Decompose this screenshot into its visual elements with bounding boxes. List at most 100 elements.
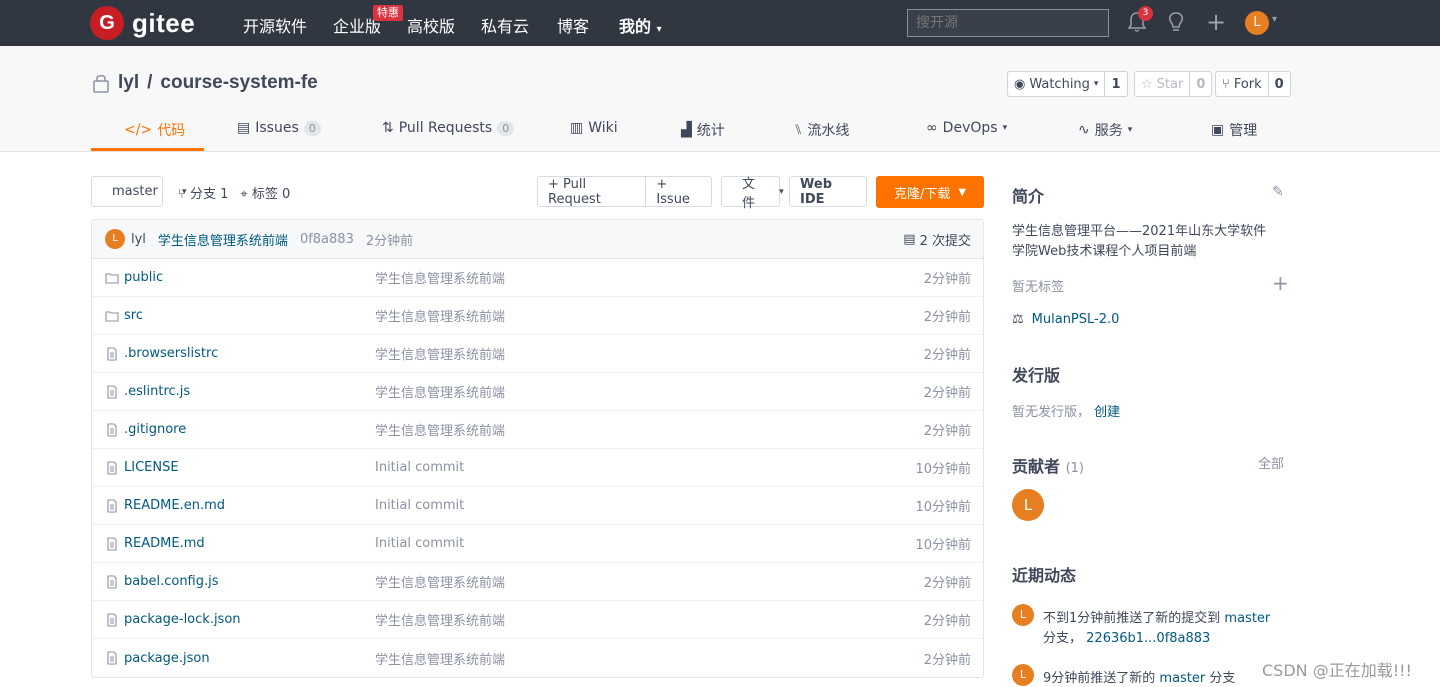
fork-button[interactable]: ⑂ Fork 0 — [1215, 71, 1291, 97]
tab-pull-requests[interactable]: ⇅ Pull Requests 0 — [382, 120, 515, 136]
file-commit-message[interactable]: 学生信息管理系统前端 — [375, 649, 505, 668]
no-release-label: 暂无发行版， — [1012, 405, 1091, 420]
file-commit-message[interactable]: 学生信息管理系统前端 — [375, 610, 505, 629]
user-avatar[interactable]: L — [1245, 11, 1269, 35]
file-row[interactable]: package-lock.json 学生信息管理系统前端 2分钟前 — [92, 601, 983, 639]
commit-author[interactable]: lyl — [131, 232, 146, 247]
file-commit-message[interactable]: 学生信息管理系统前端 — [375, 268, 505, 287]
latest-commit-bar: L lyl 学生信息管理系统前端 0f8a883 2分钟前 ▤ 2 次提交 — [92, 220, 983, 259]
fork-count[interactable]: 0 — [1267, 72, 1290, 96]
watch-count[interactable]: 1 — [1104, 72, 1126, 96]
file-commit-message[interactable]: 学生信息管理系统前端 — [375, 420, 505, 439]
file-name-link[interactable]: README.en.md — [124, 498, 225, 513]
nav-education[interactable]: 高校版 — [407, 13, 455, 37]
chart-icon: ▟ — [681, 122, 692, 138]
tab-devops[interactable]: ∞ DevOps ▾ — [926, 120, 1007, 136]
file-name-link[interactable]: .browserslistrc — [124, 346, 218, 361]
tab-pipeline[interactable]: ⑊ 流水线 — [794, 120, 849, 140]
active-tab-indicator — [91, 148, 204, 151]
file-name-link[interactable]: public — [124, 270, 163, 285]
license-link[interactable]: MulanPSL-2.0 — [1032, 312, 1120, 327]
file-commit-message[interactable]: Initial commit — [375, 498, 464, 513]
file-name-link[interactable]: babel.config.js — [124, 574, 219, 589]
tab-stats[interactable]: ▟ 统计 — [681, 120, 725, 140]
file-menu-button[interactable]: 文件 ▾ — [721, 176, 784, 211]
file-row[interactable]: .eslintrc.js 学生信息管理系统前端 2分钟前 — [92, 373, 983, 411]
file-row[interactable]: public 学生信息管理系统前端 2分钟前 — [92, 259, 983, 297]
add-tag-icon[interactable]: + — [1272, 271, 1289, 295]
repo-name-link[interactable]: course-system-fe — [160, 72, 317, 94]
commit-count-link[interactable]: ▤ 2 次提交 — [903, 230, 971, 249]
repo-owner-link[interactable]: lyl — [118, 72, 139, 94]
commit-hash[interactable]: 0f8a883 — [300, 232, 354, 247]
edit-icon[interactable]: ✎ — [1272, 184, 1284, 200]
search-input[interactable] — [907, 9, 1109, 37]
nav-private-cloud[interactable]: 私有云 — [481, 13, 529, 37]
activity-avatar-2[interactable]: L — [1012, 664, 1034, 686]
avatar-chevron-down-icon[interactable]: ▾ — [1272, 14, 1277, 25]
tab-manage[interactable]: ▣ 管理 — [1211, 120, 1257, 140]
file-name-link[interactable]: .gitignore — [124, 422, 186, 437]
tab-service[interactable]: ∿ 服务 ▾ — [1078, 120, 1132, 140]
tab-wiki[interactable]: ▥ Wiki — [570, 120, 618, 136]
file-icon — [105, 460, 119, 475]
file-commit-message[interactable]: 学生信息管理系统前端 — [375, 306, 505, 325]
file-list: L lyl 学生信息管理系统前端 0f8a883 2分钟前 ▤ 2 次提交 pub… — [91, 219, 984, 678]
gitee-logo[interactable]: G gitee — [90, 6, 195, 40]
activity-1-branch-link[interactable]: master — [1224, 611, 1270, 626]
activity-2-branch-link[interactable]: master — [1159, 671, 1205, 686]
tab-issues-label: Issues — [255, 120, 299, 136]
file-row[interactable]: babel.config.js 学生信息管理系统前端 2分钟前 — [92, 563, 983, 601]
clone-download-button[interactable]: 克隆/下载 ▼ — [876, 176, 984, 208]
file-row[interactable]: .browserslistrc 学生信息管理系统前端 2分钟前 — [92, 335, 983, 373]
file-commit-time: 2分钟前 — [923, 614, 971, 629]
tags-link[interactable]: ⌖ 标签 0 — [240, 183, 290, 202]
activity-2-tail: 分支 — [1209, 671, 1236, 686]
tab-issues[interactable]: ▤ Issues 0 — [237, 120, 321, 136]
lightbulb-icon[interactable] — [1166, 11, 1186, 38]
nav-open-source[interactable]: 开源软件 — [243, 13, 307, 37]
branch-select[interactable]: master ▾ — [91, 176, 187, 207]
file-row[interactable]: src 学生信息管理系统前端 2分钟前 — [92, 297, 983, 335]
file-row[interactable]: README.en.md Initial commit 10分钟前 — [92, 487, 983, 525]
nav-blog[interactable]: 博客 — [557, 13, 589, 37]
file-row[interactable]: package.json 学生信息管理系统前端 2分钟前 — [92, 639, 983, 677]
release-title: 发行版 — [1012, 366, 1061, 385]
file-menu-label: 文件 — [742, 176, 756, 211]
file-commit-time: 2分钟前 — [923, 576, 971, 591]
file-commit-message[interactable]: 学生信息管理系统前端 — [375, 344, 505, 363]
file-name-link[interactable]: README.md — [124, 536, 205, 551]
activity-avatar[interactable]: L — [1012, 604, 1034, 626]
nav-mine[interactable]: 我的 ▾ — [619, 13, 662, 37]
file-commit-message[interactable]: Initial commit — [375, 460, 464, 475]
plus-icon[interactable]: + — [1206, 8, 1226, 36]
file-icon — [105, 422, 119, 437]
no-tags-label: 暂无标签 — [1012, 280, 1065, 295]
file-row[interactable]: .gitignore 学生信息管理系统前端 2分钟前 — [92, 411, 983, 449]
file-name-link[interactable]: .eslintrc.js — [124, 384, 190, 399]
web-ide-button[interactable]: Web IDE — [789, 176, 867, 207]
file-name-link[interactable]: src — [124, 308, 143, 323]
file-row[interactable]: README.md Initial commit 10分钟前 — [92, 525, 983, 563]
file-name-link[interactable]: LICENSE — [124, 460, 179, 475]
activity-1-compare-link[interactable]: 22636b1...0f8a883 — [1086, 631, 1210, 646]
file-commit-message[interactable]: Initial commit — [375, 536, 464, 551]
star-button[interactable]: ☆ Star 0 — [1134, 71, 1213, 97]
star-count[interactable]: 0 — [1189, 72, 1211, 96]
commit-author-avatar[interactable]: L — [105, 229, 125, 249]
new-pull-request-button[interactable]: + Pull Request — [538, 177, 645, 207]
tags-label: 标签 0 — [251, 187, 291, 202]
file-name-link[interactable]: package-lock.json — [124, 612, 241, 627]
contributor-avatar[interactable]: L — [1012, 489, 1044, 521]
commit-message[interactable]: 学生信息管理系统前端 — [158, 230, 288, 249]
tab-code[interactable]: </> 代码 — [124, 120, 185, 140]
file-commit-message[interactable]: 学生信息管理系统前端 — [375, 572, 505, 591]
create-release-link[interactable]: 创建 — [1094, 405, 1120, 420]
all-contributors-link[interactable]: 全部 — [1258, 453, 1284, 472]
file-row[interactable]: LICENSE Initial commit 10分钟前 — [92, 449, 983, 487]
file-name-link[interactable]: package.json — [124, 651, 210, 666]
watch-button[interactable]: ◉ Watching ▾ 1 — [1007, 71, 1128, 97]
branches-link[interactable]: ⑂ 分支 1 — [178, 183, 228, 202]
file-commit-message[interactable]: 学生信息管理系统前端 — [375, 382, 505, 401]
new-issue-button[interactable]: + Issue — [645, 177, 711, 207]
